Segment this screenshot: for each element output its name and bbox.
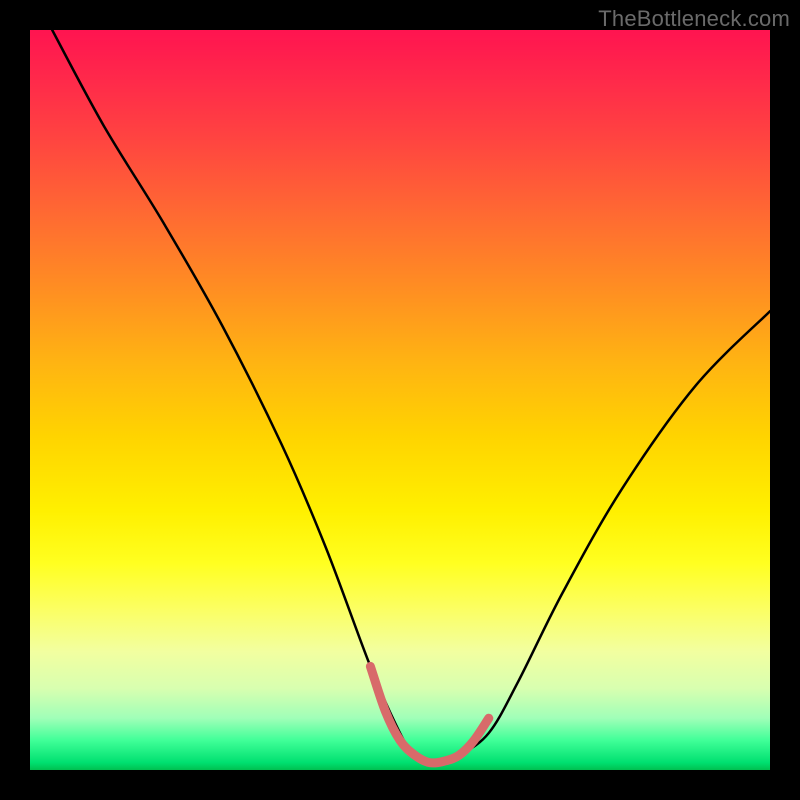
chart-frame: TheBottleneck.com — [0, 0, 800, 800]
bottleneck-curve-path — [52, 30, 770, 763]
watermark-text: TheBottleneck.com — [598, 6, 790, 32]
sweet-spot-path — [370, 666, 488, 763]
plot-area — [30, 30, 770, 770]
curve-layer — [30, 30, 770, 770]
